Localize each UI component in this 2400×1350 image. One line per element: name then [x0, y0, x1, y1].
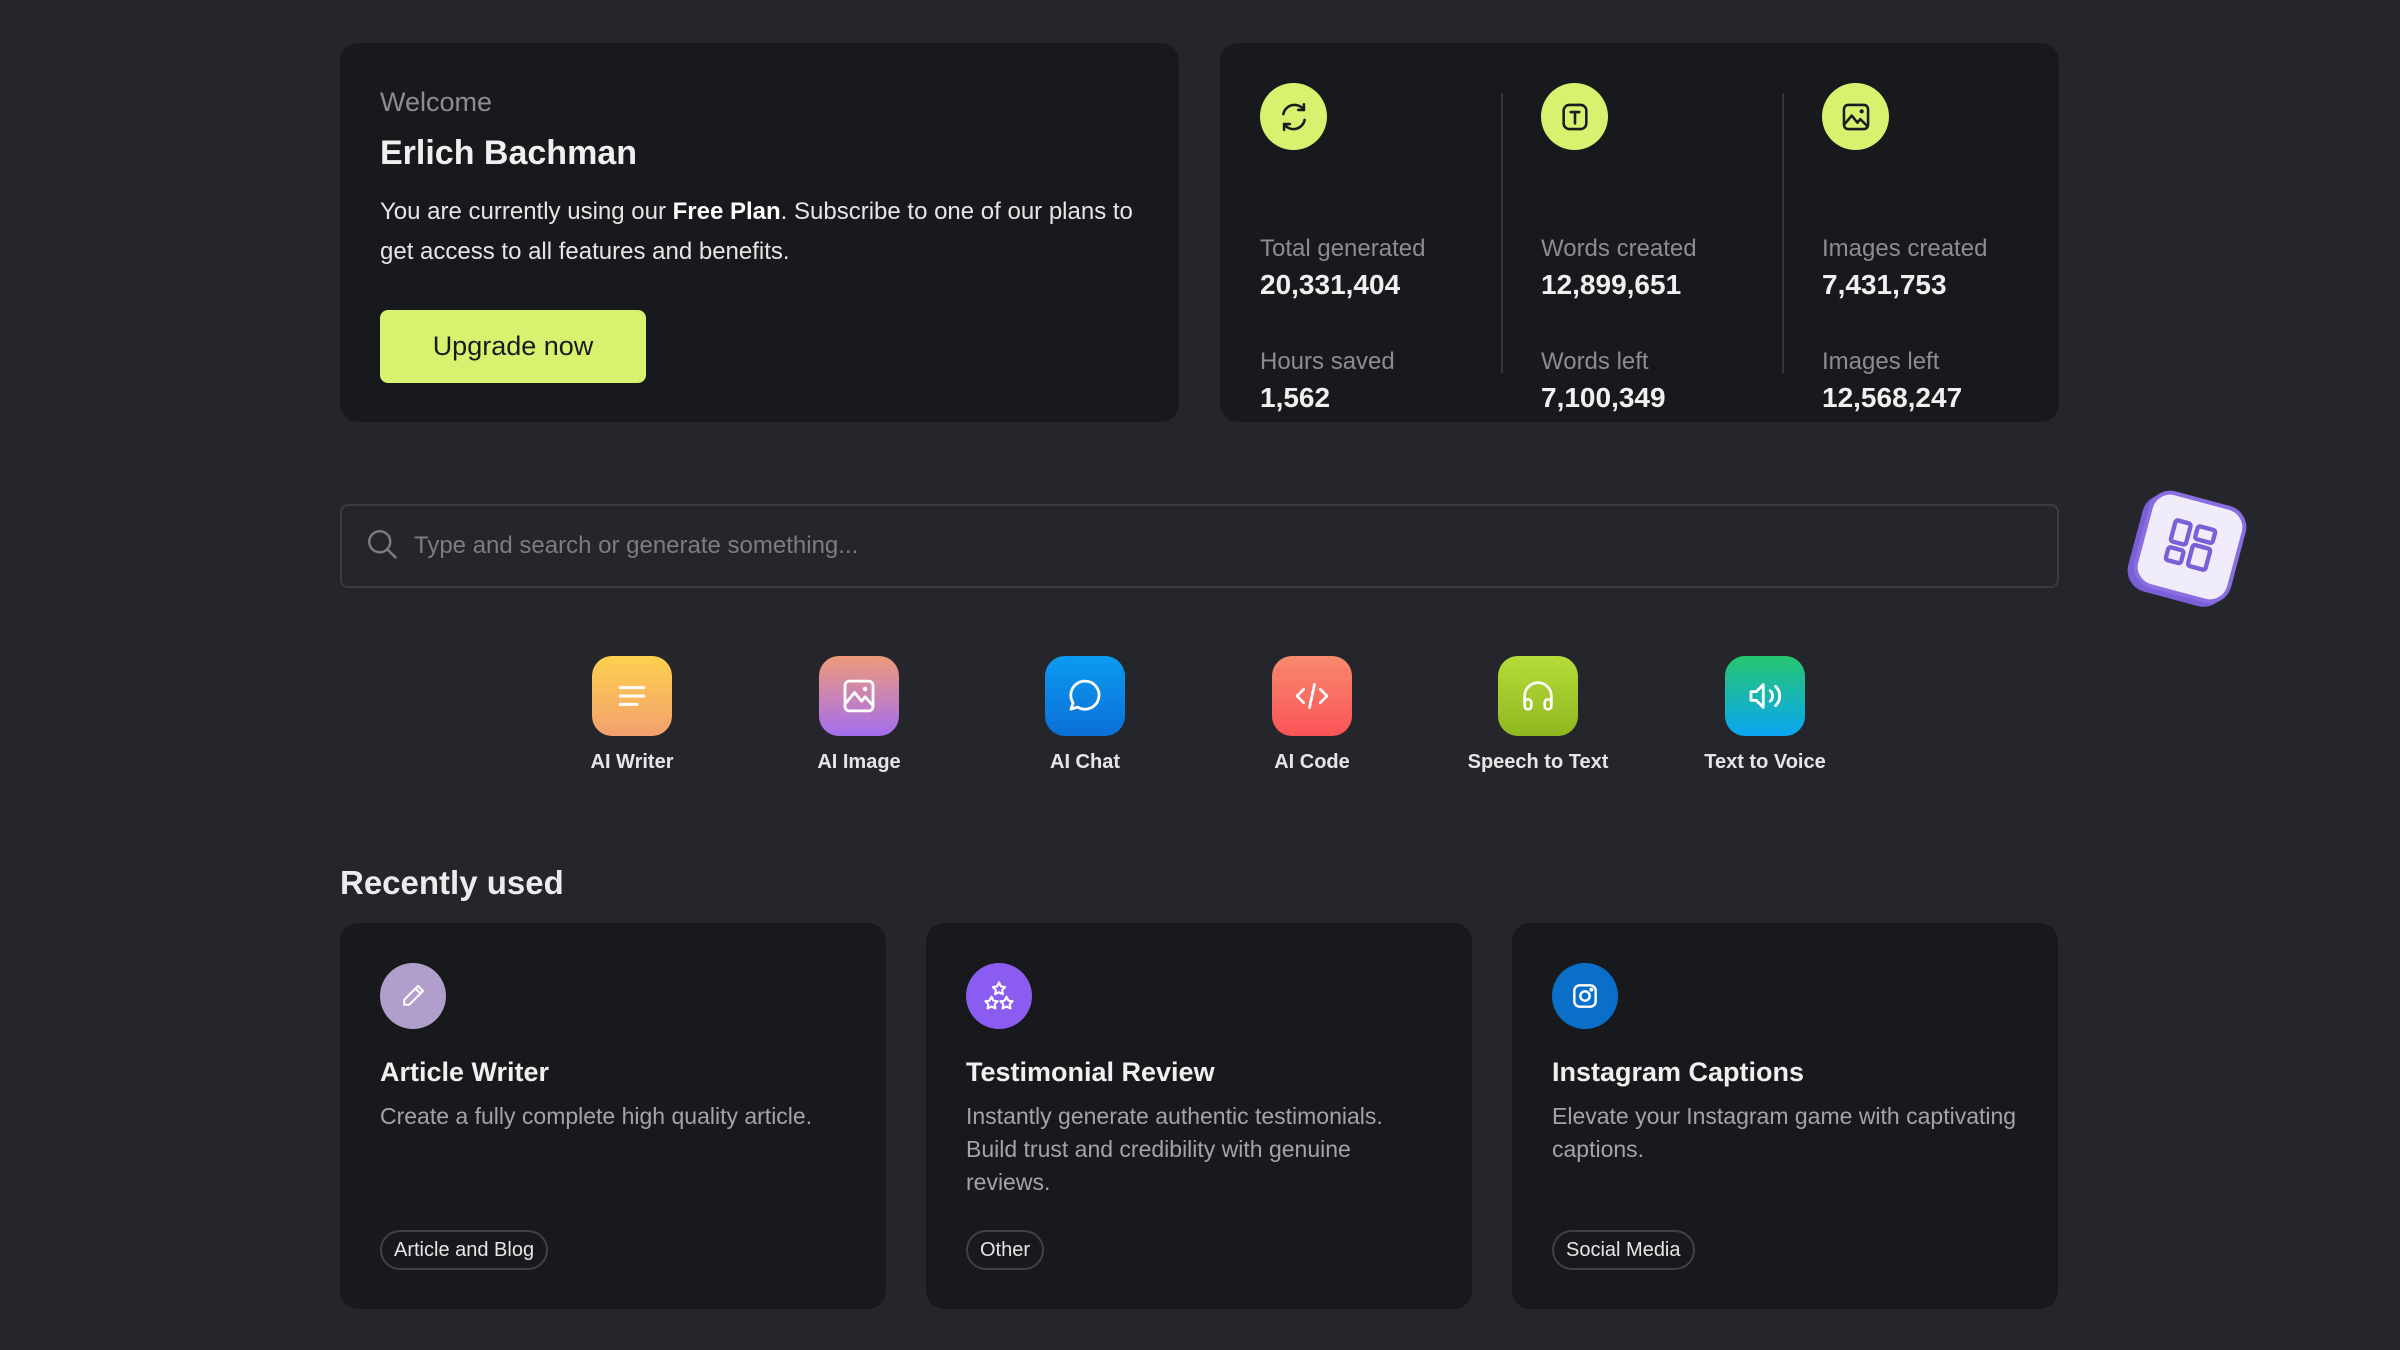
stat-label: Images left — [1822, 348, 1940, 375]
plan-text-prefix: You are currently using our — [380, 198, 673, 225]
stat-value: 7,100,349 — [1541, 382, 1666, 413]
tool-ai-chat[interactable]: AI Chat — [985, 656, 1185, 772]
stat-words-created: Words created 12,899,651 — [1541, 237, 1697, 299]
stars-icon — [966, 963, 1032, 1029]
tool-label: AI Chat — [1050, 751, 1120, 773]
search-bar[interactable] — [340, 504, 2059, 588]
tool-speech-to-text[interactable]: Speech to Text — [1438, 656, 1638, 772]
instagram-icon — [1552, 963, 1618, 1029]
refresh-icon — [1260, 83, 1327, 150]
recent-card-title: Testimonial Review — [966, 1057, 1215, 1087]
chat-bubble-icon — [1045, 656, 1125, 736]
stat-divider — [1501, 93, 1503, 373]
stat-value: 7,431,753 — [1822, 269, 1947, 300]
search-input[interactable] — [414, 532, 2014, 560]
welcome-label: Welcome — [380, 87, 493, 117]
plan-description: You are currently using our Free Plan. S… — [380, 192, 1140, 272]
tool-ai-image[interactable]: AI Image — [759, 656, 959, 772]
tool-text-to-voice[interactable]: Text to Voice — [1665, 656, 1865, 772]
text-icon — [1541, 83, 1608, 150]
pencil-icon — [380, 963, 446, 1029]
stat-hours-saved: Hours saved 1,562 — [1260, 350, 1395, 412]
speaker-icon — [1725, 656, 1805, 736]
stat-label: Words created — [1541, 235, 1697, 262]
stat-label: Images created — [1822, 235, 1988, 262]
stat-value: 20,331,404 — [1260, 269, 1401, 300]
tool-label: Text to Voice — [1704, 751, 1826, 773]
recently-used-heading: Recently used — [340, 864, 564, 901]
tool-ai-code[interactable]: AI Code — [1212, 656, 1412, 772]
stat-words-left: Words left 7,100,349 — [1541, 350, 1666, 412]
tool-ai-writer[interactable]: AI Writer — [532, 656, 732, 772]
image-icon — [1822, 83, 1889, 150]
stat-total-generated: Total generated 20,331,404 — [1260, 237, 1425, 299]
recent-card-instagram-captions[interactable]: Instagram Captions Elevate your Instagra… — [1512, 923, 2058, 1309]
recent-card-title: Instagram Captions — [1552, 1057, 1805, 1087]
headphones-icon — [1498, 656, 1578, 736]
tool-label: Speech to Text — [1467, 751, 1609, 773]
stat-label: Words left — [1541, 348, 1649, 375]
stat-column-total: Total generated 20,331,404 Hours saved 1… — [1260, 83, 1520, 412]
user-name: Erlich Bachman — [380, 134, 637, 172]
image-icon — [819, 656, 899, 736]
upgrade-now-button[interactable]: Upgrade now — [380, 310, 646, 383]
stat-label: Total generated — [1260, 235, 1426, 262]
stat-value: 12,568,247 — [1822, 382, 1963, 413]
recent-card-title: Article Writer — [380, 1057, 550, 1087]
grid-icon — [2154, 509, 2226, 585]
tool-label: AI Writer — [590, 751, 674, 773]
recent-card-description: Instantly generate authentic testimonial… — [966, 1103, 1383, 1195]
recent-card-article-writer[interactable]: Article Writer Create a fully complete h… — [340, 923, 886, 1309]
stat-label: Hours saved — [1260, 348, 1395, 375]
category-tag: Social Media — [1552, 1230, 1695, 1270]
stat-column-words: Words created 12,899,651 Words left 7,10… — [1541, 83, 1801, 412]
recent-card-description: Create a fully complete high quality art… — [380, 1103, 813, 1129]
plan-name: Free Plan — [672, 198, 781, 225]
tool-label: AI Image — [817, 751, 901, 773]
stat-divider — [1782, 93, 1784, 373]
recent-card-description: Elevate your Instagram game with captiva… — [1552, 1103, 2017, 1162]
stat-value: 12,899,651 — [1541, 269, 1682, 300]
lines-icon — [592, 656, 672, 736]
category-tag: Article and Blog — [380, 1230, 549, 1270]
code-icon — [1272, 656, 1352, 736]
stat-images-created: Images created 7,431,753 — [1822, 237, 1987, 299]
stat-value: 1,562 — [1260, 382, 1331, 413]
search-icon — [364, 526, 400, 567]
tool-label: AI Code — [1274, 751, 1350, 773]
stat-column-images: Images created 7,431,753 Images left 12,… — [1822, 83, 2082, 412]
floating-apps-button[interactable] — [2128, 485, 2252, 609]
welcome-card: Welcome Erlich Bachman You are currently… — [340, 43, 1179, 422]
stats-card: Total generated 20,331,404 Hours saved 1… — [1220, 43, 2059, 422]
category-tag: Other — [966, 1230, 1045, 1270]
stat-images-left: Images left 12,568,247 — [1822, 350, 1962, 412]
recent-card-testimonial-review[interactable]: Testimonial Review Instantly generate au… — [926, 923, 1472, 1309]
